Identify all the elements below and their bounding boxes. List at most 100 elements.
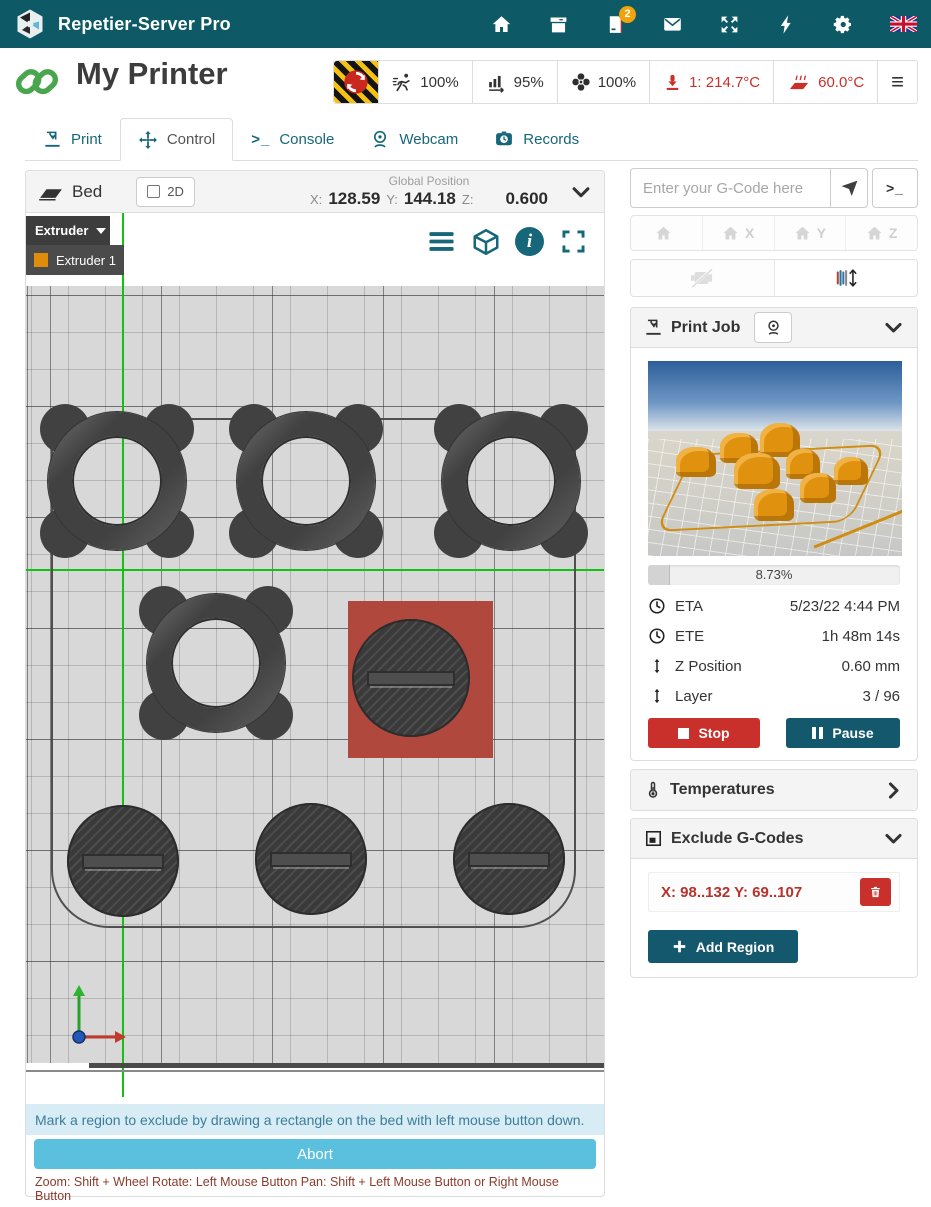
emergency-stop-button[interactable] [334, 61, 378, 103]
up-down-arrow-icon [648, 657, 666, 675]
printed-disc [67, 805, 179, 917]
mail-icon[interactable] [662, 14, 683, 35]
fan-speed[interactable]: 100% [557, 61, 649, 103]
expand-arrows-icon[interactable] [719, 14, 740, 35]
exclude-gcodes-panel: Exclude G-Codes X: 98..132 Y: 69..107 Ad… [630, 818, 918, 978]
home-buttons-group: X Y Z [630, 215, 918, 251]
records-tab-icon [494, 129, 514, 149]
collapse-job-chevron-icon[interactable] [883, 317, 904, 338]
print-tab-icon [43, 130, 62, 149]
tab-control[interactable]: Control [120, 118, 233, 161]
pause-button[interactable]: Pause [786, 718, 900, 748]
collapse-exclude-chevron-icon[interactable] [883, 828, 904, 849]
extruder-temp-icon [663, 73, 682, 92]
home-z-button[interactable]: Z [845, 216, 917, 250]
delete-region-button[interactable] [860, 878, 891, 906]
extruder-temp-value: 1: 214.7°C [689, 74, 760, 91]
z-position-value: 0.600 [505, 189, 548, 209]
pause-icon [812, 727, 823, 739]
flow-multiplier[interactable]: 95% [472, 61, 557, 103]
printed-disc [352, 619, 470, 737]
plus-icon [672, 939, 687, 954]
bed-front-line [26, 1070, 604, 1072]
bed-canvas[interactable]: Extruder Extruder 1 i [26, 213, 604, 1104]
fan-value: 100% [598, 74, 636, 91]
printed-ring [42, 406, 192, 556]
extruder-dropdown[interactable]: Extruder [26, 216, 110, 245]
trash-icon [869, 885, 882, 899]
add-region-button[interactable]: Add Region [648, 930, 798, 963]
gcode-bar: >_ [630, 168, 918, 208]
gcode-input[interactable] [630, 168, 830, 208]
stop-label: Stop [698, 725, 729, 741]
printed-disc [453, 803, 565, 915]
printer-name-title: My Printer [76, 56, 228, 92]
control-sidebar: >_ X Y Z [630, 168, 918, 978]
open-console-button[interactable]: >_ [872, 168, 918, 208]
bed-temperature[interactable]: 60.0°C [773, 61, 877, 103]
tab-control-label: Control [167, 131, 215, 148]
home-all-button[interactable] [631, 216, 702, 250]
clock-icon [648, 627, 666, 645]
bed-temp-value: 60.0°C [818, 74, 864, 91]
layers-menu-icon[interactable] [426, 226, 457, 257]
home-x-label: X [745, 225, 754, 241]
temperatures-header[interactable]: Temperatures [631, 770, 917, 810]
z-position-label: Z Position [675, 658, 742, 675]
printer-menu-button[interactable]: ≡ [877, 61, 917, 103]
tab-print[interactable]: Print [25, 118, 120, 160]
heated-bed-icon [787, 72, 811, 92]
eta-label: ETA [675, 598, 703, 615]
cube-3d-view-icon[interactable] [470, 226, 501, 257]
home-y-button[interactable]: Y [774, 216, 846, 250]
fullscreen-icon[interactable] [558, 226, 589, 257]
speed-value: 100% [420, 74, 458, 91]
home-y-label: Y [817, 225, 826, 241]
bed-panel-title: Bed [72, 182, 102, 202]
tab-webcam-label: Webcam [399, 131, 458, 148]
printer-status-bar: 100% 95% 100% 1: 214.7°C 60.0°C [333, 60, 918, 104]
exclude-header[interactable]: Exclude G-Codes [631, 819, 917, 859]
extruder-1-legend[interactable]: Extruder 1 [26, 245, 124, 275]
abort-button[interactable]: Abort [34, 1139, 596, 1169]
uk-flag-icon[interactable] [890, 16, 917, 33]
collapse-bed-chevron-icon[interactable] [570, 181, 592, 203]
add-region-label: Add Region [696, 939, 775, 955]
view-2d-toggle[interactable]: 2D [136, 177, 195, 207]
excluded-region-coords: X: 98..132 Y: 69..107 [661, 884, 802, 901]
pause-label: Pause [832, 725, 873, 741]
bolt-icon[interactable] [776, 14, 797, 35]
stop-icon [678, 728, 689, 739]
abort-label: Abort [297, 1146, 333, 1163]
speed-multiplier[interactable]: 100% [378, 61, 471, 103]
layer-value: 3 / 96 [862, 688, 900, 705]
emergency-stop-icon[interactable] [334, 61, 378, 103]
archive-box-icon[interactable] [548, 14, 569, 35]
tab-records[interactable]: Records [476, 118, 597, 160]
canvas-toolbar: i [426, 226, 589, 257]
home-icon[interactable] [491, 14, 512, 35]
stop-button[interactable]: Stop [648, 718, 760, 748]
filament-z-adjust-icon [833, 266, 859, 290]
tab-console[interactable]: >_ Console [233, 118, 352, 160]
ete-label: ETE [675, 628, 704, 645]
send-gcode-button[interactable] [830, 168, 868, 208]
gear-icon[interactable] [833, 14, 854, 35]
extruder-temperature[interactable]: 1: 214.7°C [649, 61, 773, 103]
webcam-tab-icon [370, 129, 390, 149]
print-queue-icon[interactable]: 2 [605, 14, 626, 35]
y-axis-label: Y: [386, 192, 398, 207]
exclude-region-icon [644, 829, 663, 848]
disable-motors-button[interactable] [631, 260, 774, 296]
info-icon[interactable]: i [514, 226, 545, 257]
expand-temps-chevron-icon[interactable] [883, 780, 904, 801]
job-webcam-toggle[interactable] [754, 312, 792, 343]
babystep-z-button[interactable] [774, 260, 918, 296]
ete-value: 1h 48m 14s [822, 628, 900, 645]
home-x-button[interactable]: X [702, 216, 774, 250]
caret-down-icon [96, 228, 106, 234]
tab-webcam[interactable]: Webcam [352, 118, 476, 160]
printed-ring [141, 588, 291, 738]
ete-row: ETE 1h 48m 14s [648, 621, 900, 651]
fan-icon [571, 72, 591, 92]
